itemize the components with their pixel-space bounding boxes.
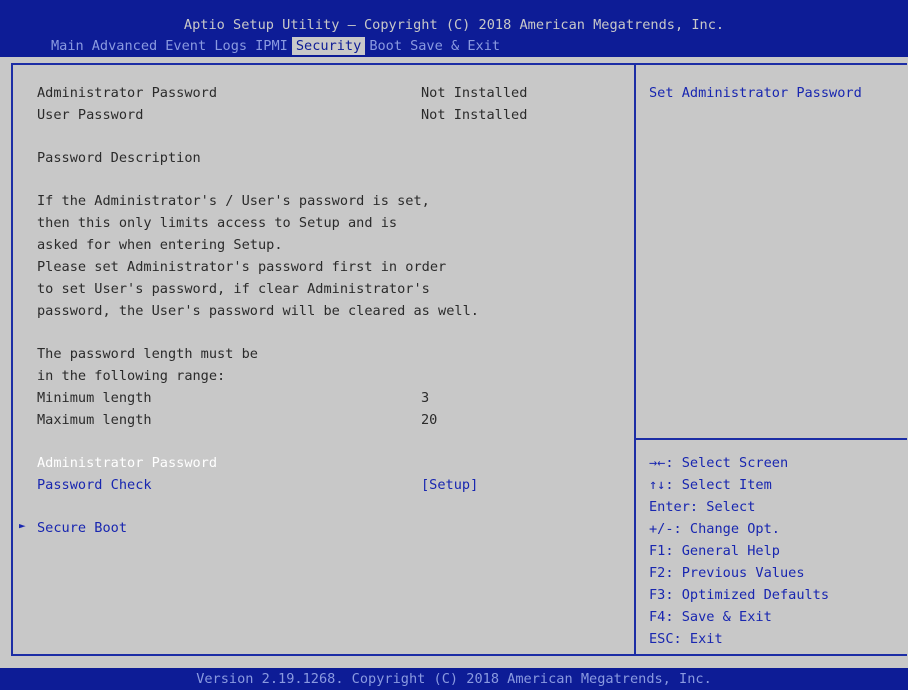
- tab-event-logs[interactable]: Event Logs: [161, 37, 251, 55]
- help-key-item: F3: Optimized Defaults: [649, 587, 830, 603]
- length-line: in the following range:: [37, 368, 226, 384]
- tab-advanced[interactable]: Advanced: [88, 37, 161, 55]
- admin-password-status: Not Installed: [421, 85, 528, 101]
- help-key-item: Enter: Select: [649, 499, 756, 515]
- description-line: password, the User's password will be cl…: [37, 303, 479, 319]
- panel-divider: [634, 63, 636, 656]
- admin-password-label: Administrator Password: [37, 85, 218, 101]
- tab-save-exit[interactable]: Save & Exit: [406, 37, 504, 55]
- header-bar: Aptio Setup Utility – Copyright (C) 2018…: [0, 0, 908, 57]
- tab-main[interactable]: Main: [47, 37, 88, 55]
- tab-bar: Main Advanced Event Logs IPMI Security Boot Sa…: [47, 37, 504, 56]
- password-check-value[interactable]: [Setup]: [421, 475, 478, 495]
- help-divider: [636, 438, 907, 440]
- help-key-item: →←: Select Screen: [649, 455, 789, 471]
- secure-boot-submenu[interactable]: Secure Boot: [37, 518, 127, 538]
- min-length-label: Minimum length: [37, 390, 152, 406]
- description-heading: Password Description: [37, 150, 201, 166]
- footer-bar: Version 2.19.1268. Copyright (C) 2018 Am…: [0, 668, 908, 690]
- tab-boot[interactable]: Boot: [365, 37, 406, 55]
- help-key-item: F2: Previous Values: [649, 565, 805, 581]
- tab-ipmi[interactable]: IPMI: [251, 37, 292, 55]
- submenu-arrow-icon: ►: [19, 519, 26, 532]
- description-line: If the Administrator's / User's password…: [37, 193, 430, 209]
- help-key-item: F1: General Help: [649, 543, 780, 559]
- user-password-label: User Password: [37, 107, 144, 123]
- max-length-label: Maximum length: [37, 412, 152, 428]
- app-title: Aptio Setup Utility – Copyright (C) 2018…: [183, 17, 725, 33]
- help-key-item: F4: Save & Exit: [649, 609, 772, 625]
- user-password-status: Not Installed: [421, 107, 528, 123]
- help-key-item: ESC: Exit: [649, 631, 723, 647]
- min-length-value: 3: [421, 390, 430, 406]
- length-line: The password length must be: [37, 346, 258, 362]
- description-line: to set User's password, if clear Adminis…: [37, 281, 430, 297]
- tab-security[interactable]: Security: [291, 37, 366, 55]
- help-key-item: +/-: Change Opt.: [649, 521, 780, 537]
- help-key-item: ↑↓: Select Item: [649, 477, 772, 493]
- max-length-value: 20: [421, 412, 438, 428]
- description-line: asked for when entering Setup.: [37, 237, 283, 253]
- password-check-option[interactable]: Password Check: [37, 475, 152, 495]
- description-line: then this only limits access to Setup an…: [37, 215, 398, 231]
- help-description: Set Administrator Password: [649, 85, 862, 101]
- admin-password-option[interactable]: Administrator Password: [37, 453, 217, 473]
- description-line: Please set Administrator's password firs…: [37, 259, 447, 275]
